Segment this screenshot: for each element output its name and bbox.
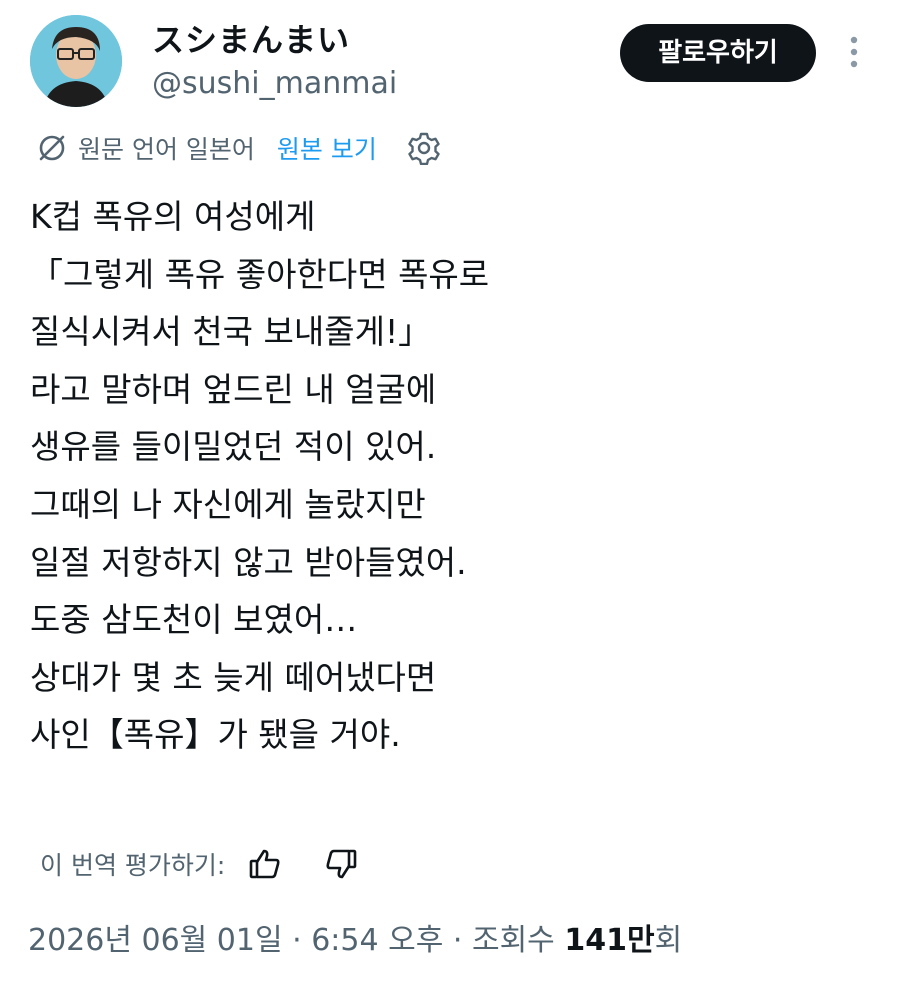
show-original-link[interactable]: 원본 보기 xyxy=(277,130,377,166)
thumbs-down-icon[interactable] xyxy=(323,846,359,882)
gear-icon[interactable] xyxy=(407,131,441,166)
meta-separator: · xyxy=(292,923,302,958)
views-label: 조회수 xyxy=(471,923,555,958)
thumbs-up-icon[interactable] xyxy=(247,846,283,882)
tweet-line: 생유를 들이밀었던 적이 있어. xyxy=(30,427,437,467)
tweet-meta: 2026년 06월 01일 · 6:54 오후 · 조회수 141만회 xyxy=(28,918,682,964)
translation-bar: 원문 언어 일본어 원본 보기 xyxy=(36,128,441,168)
rate-translation-bar: 이 번역 평가하기: xyxy=(40,842,359,886)
avatar-image xyxy=(30,15,122,107)
user-handle[interactable]: @sushi_manmai xyxy=(152,64,397,104)
translate-icon xyxy=(36,132,68,164)
follow-button[interactable]: 팔로우하기 xyxy=(620,24,816,82)
tweet-line: K컵 폭유의 여성에게 xyxy=(30,197,316,236)
tweet-line: 상대가 몇 초 늦게 떼어냈다면 xyxy=(30,657,437,697)
tweet-text: K컵 폭유의 여성에게 「그렇게 폭유 좋아한다면 폭유로 질식시켜서 천국 보… xyxy=(30,188,870,764)
display-name[interactable]: スシまんまい xyxy=(152,18,350,62)
source-language-text: 원문 언어 일본어 xyxy=(78,135,255,164)
tweet-header: スシまんまい @sushi_manmai 팔로우하기 xyxy=(0,0,900,120)
tweet-line: 사인【폭유】가 됐을 거야. xyxy=(30,715,401,755)
tweet-line: 도중 삼도천이 보였어… xyxy=(30,600,358,640)
tweet-line: 라고 말하며 엎드린 내 얼굴에 xyxy=(30,369,437,409)
rate-translation-label: 이 번역 평가하기: xyxy=(40,851,226,880)
post-time[interactable]: 6:54 오후 xyxy=(311,923,443,958)
more-options-icon[interactable] xyxy=(836,32,872,72)
post-date[interactable]: 2026년 06월 01일 xyxy=(28,923,283,958)
tweet-line: 질식시켜서 천국 보내줄게!」 xyxy=(30,312,432,352)
avatar[interactable] xyxy=(30,15,122,107)
meta-separator: · xyxy=(452,923,463,958)
tweet-line: 그때의 나 자신에게 놀랐지만 xyxy=(30,484,426,524)
tweet-line: 일절 저항하지 않고 받아들였어. xyxy=(30,542,467,582)
views-suffix: 회 xyxy=(654,923,683,958)
tweet-line: 「그렇게 폭유 좋아한다면 폭유로 xyxy=(30,254,490,294)
views-count: 141만 xyxy=(564,923,655,958)
